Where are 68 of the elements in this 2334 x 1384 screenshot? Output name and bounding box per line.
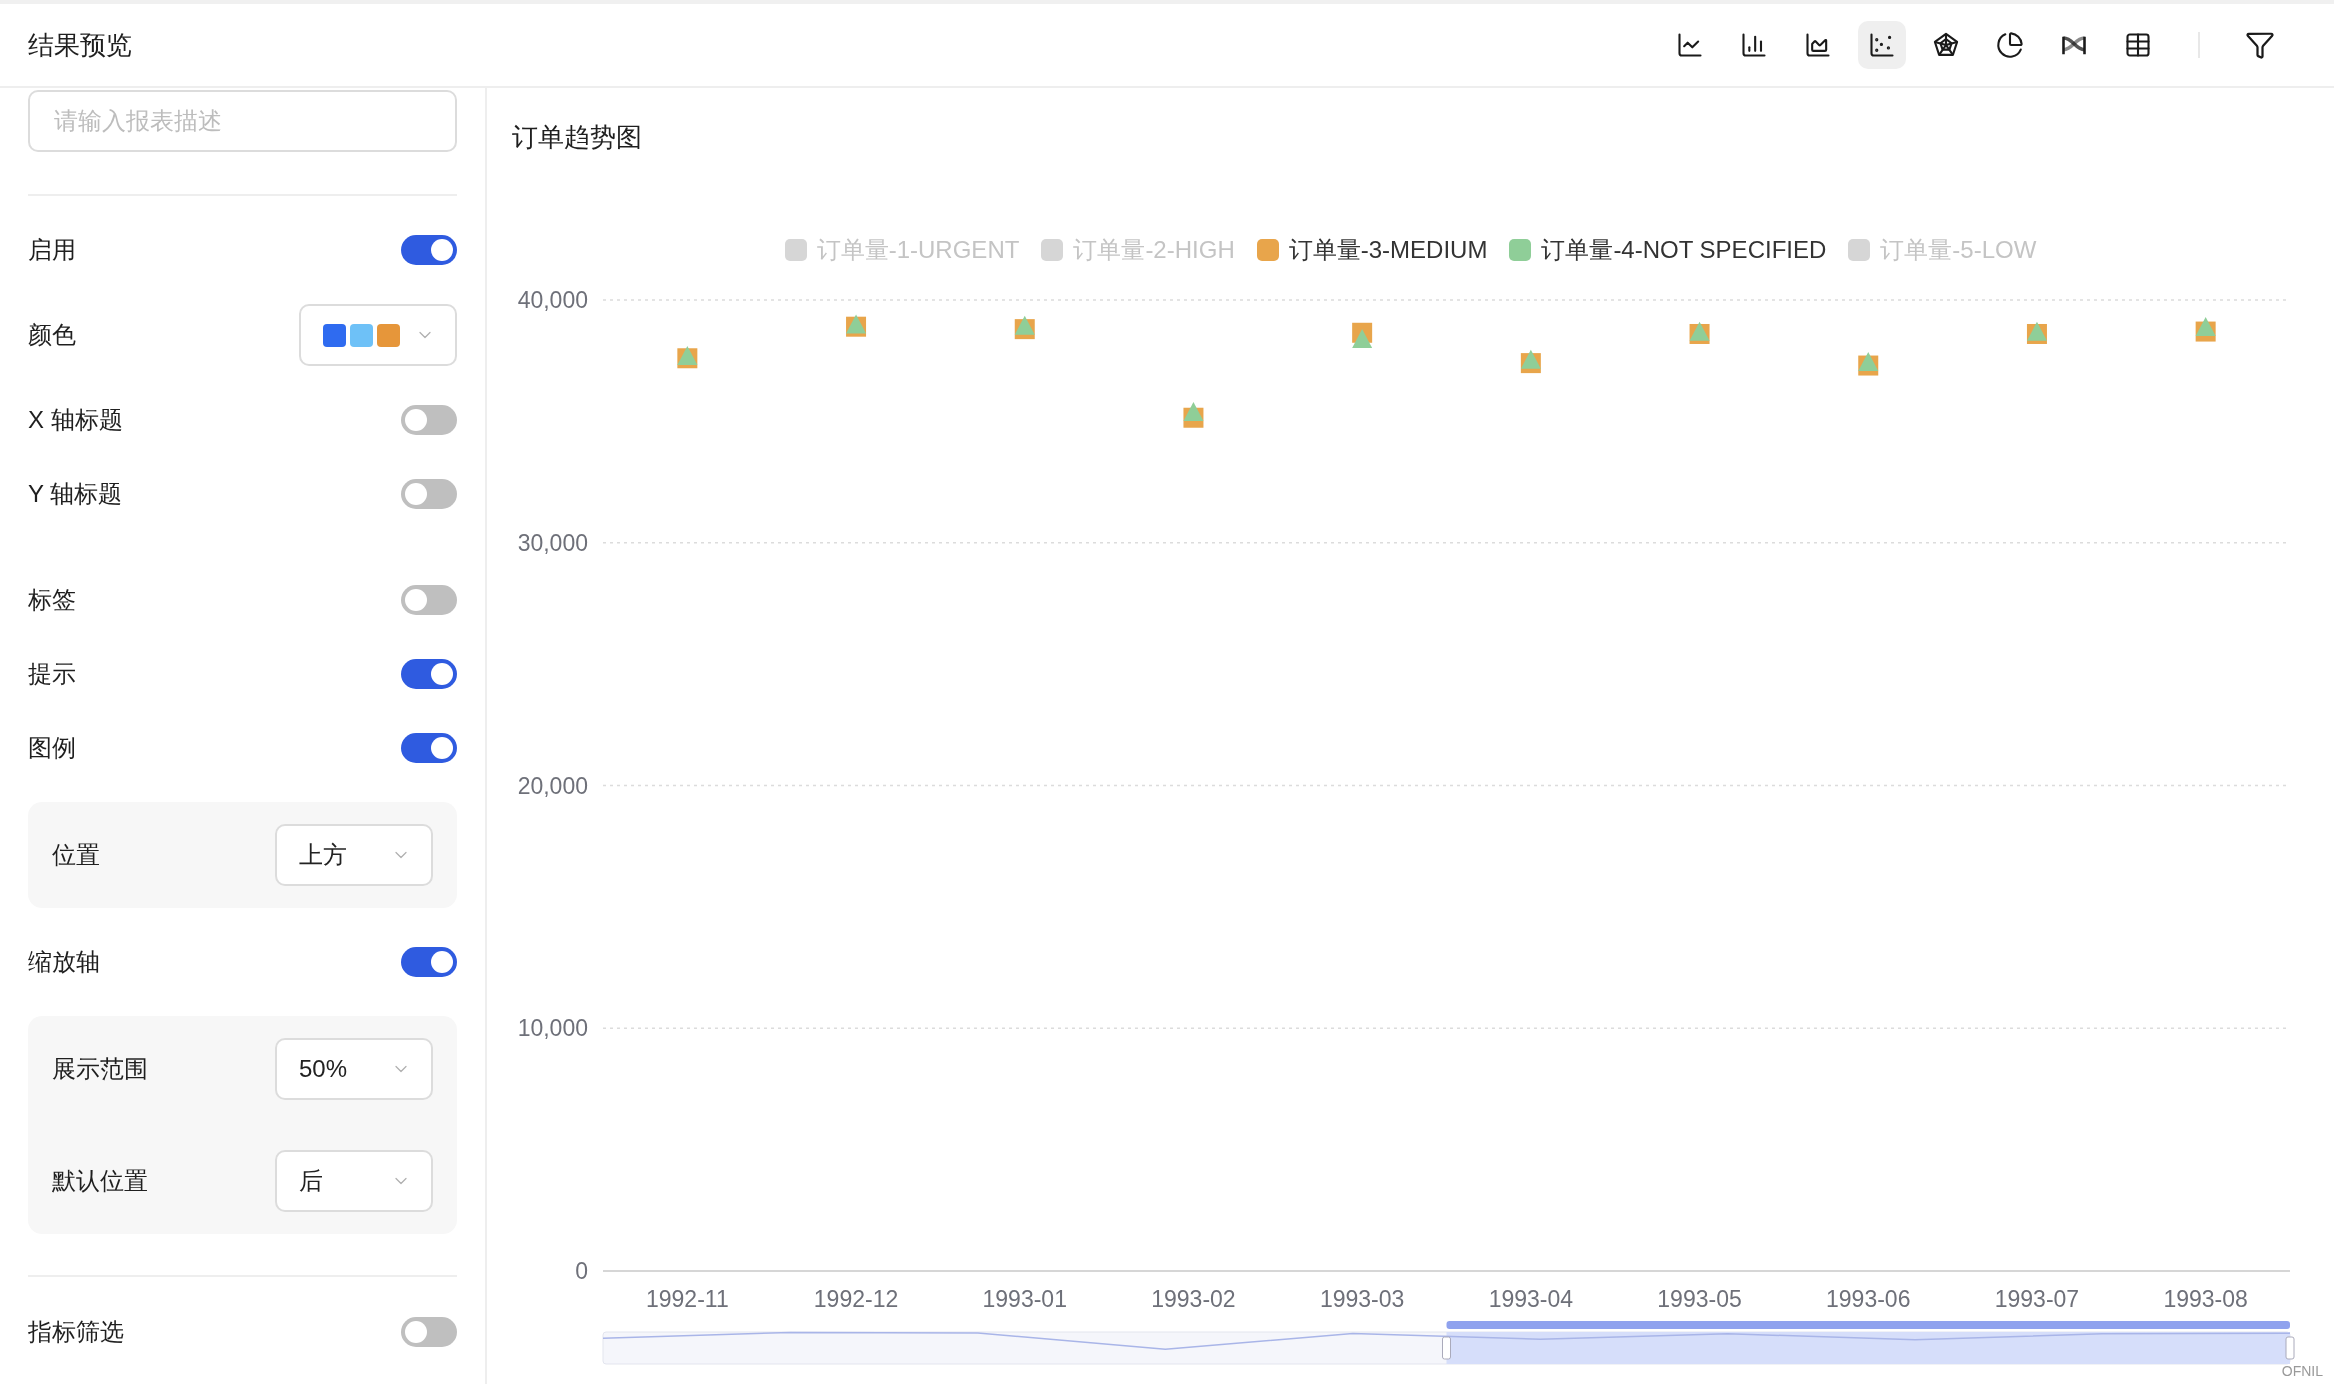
setting-label: 默认位置: [52, 1166, 148, 1196]
setting-label: 位置: [52, 840, 100, 870]
legend-swatch: [1848, 239, 1871, 261]
pie-chart-icon: [1996, 31, 2024, 59]
x-axis-label: 1992-11: [646, 1286, 729, 1312]
toggle-switch[interactable]: [401, 659, 457, 689]
scatter-point: [2195, 316, 2216, 336]
y-axis-label: 30,000: [517, 529, 588, 556]
radar-chart-icon: [1932, 31, 1960, 59]
area-chart-icon: [1804, 31, 1832, 59]
scatter-point: [1014, 315, 1035, 335]
legend-label: 订单量-3-MEDIUM: [1288, 235, 1488, 265]
line-chart-icon: [1676, 31, 1704, 59]
table-icon: [2124, 31, 2152, 59]
x-axis-label: 1993-01: [982, 1286, 1067, 1312]
filter-icon: [2245, 30, 2275, 60]
color-scheme-select[interactable]: [299, 304, 457, 366]
legend-label: 订单量-4-NOT SPECIFIED: [1541, 235, 1827, 265]
description-field[interactable]: 请输入报表描述: [28, 90, 457, 152]
x-axis-label: 1993-07: [1994, 1286, 2080, 1312]
x-axis-label: 1993-04: [1488, 1286, 1574, 1312]
toggle-switch[interactable]: [401, 479, 457, 509]
setting-label: 图例: [28, 733, 76, 763]
setting-label: X 轴标题: [28, 405, 123, 435]
legend-item[interactable]: 订单量-4-NOT SPECIFIED: [1509, 232, 1827, 268]
legend-swatch: [784, 239, 807, 261]
toggle-switch[interactable]: [401, 947, 457, 977]
x-axis-label: 1993-05: [1657, 1286, 1742, 1312]
setting-label: 展示范围: [52, 1054, 148, 1084]
legend-item[interactable]: 订单量-3-MEDIUM: [1256, 232, 1488, 268]
zoom-handle[interactable]: [2285, 1336, 2295, 1360]
bar-chart-icon: [1740, 31, 1768, 59]
x-axis-label: 1993-02: [1151, 1286, 1236, 1312]
toggle-switch[interactable]: [401, 585, 457, 615]
toggle-switch[interactable]: [401, 733, 457, 763]
setting-label: 颜色: [28, 320, 76, 350]
setting-label: 启用: [28, 235, 76, 265]
scatter-point: [1520, 349, 1541, 369]
scatter-chart-icon: [1868, 31, 1896, 59]
setting-label: 标签: [28, 585, 76, 615]
toggle-switch[interactable]: [401, 1317, 457, 1347]
y-axis-label: 10,000: [517, 1015, 588, 1042]
chart-title: 订单趋势图: [512, 121, 643, 154]
chart-type-button[interactable]: [1858, 21, 1906, 69]
setting-label: 指标筛选: [28, 1317, 124, 1347]
x-axis-label: 1993-08: [2163, 1286, 2248, 1312]
setting-label: Y 轴标题: [28, 479, 123, 509]
toggle-switch[interactable]: [401, 235, 457, 265]
zoom-slider-bar[interactable]: [1446, 1321, 2290, 1329]
select-dropdown[interactable]: 后: [275, 1150, 433, 1212]
page-title: 结果预览: [28, 28, 132, 62]
scatter-point: [1183, 401, 1204, 421]
toggle-switch[interactable]: [401, 405, 457, 435]
setting-label: 提示: [28, 659, 76, 689]
select-dropdown[interactable]: 上方: [275, 824, 433, 886]
select-dropdown[interactable]: 50%: [275, 1038, 433, 1100]
zoom-slider-selection[interactable]: [1446, 1332, 2290, 1364]
y-axis-label: 40,000: [517, 287, 588, 313]
setting-label: 缩放轴: [28, 947, 100, 977]
corner-label: OFNIL: [2281, 1363, 2323, 1379]
x-axis-label: 1993-03: [1319, 1286, 1405, 1312]
x-axis-label: 1992-12: [813, 1286, 899, 1312]
x-axis-label: 1993-06: [1826, 1286, 1911, 1312]
zoom-handle[interactable]: [1442, 1336, 1451, 1360]
scatter-point: [1352, 329, 1373, 349]
legend-swatch: [1041, 239, 1064, 261]
y-axis-label: 0: [575, 1258, 588, 1284]
y-axis-label: 20,000: [517, 772, 588, 799]
